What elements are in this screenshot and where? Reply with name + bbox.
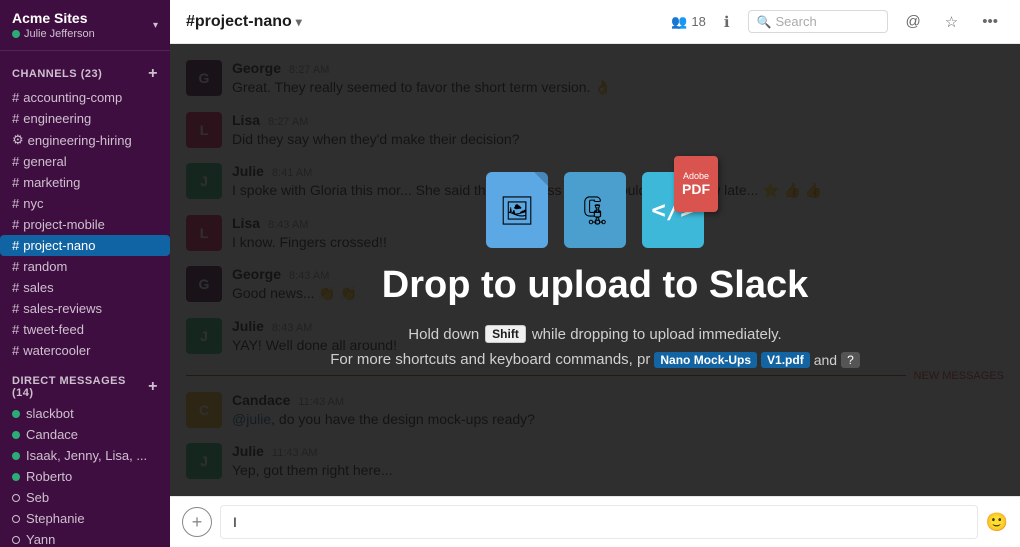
workspace-name: Acme Sites [12,10,95,26]
dm-status-dot [12,494,20,502]
main-panel: #project-nano ▾ 👥 18 ℹ 🔍 Search @ ☆ ••• … [170,0,1020,547]
channels-section-header: CHANNELS (23) + [0,51,170,87]
search-icon: 🔍 [757,15,772,29]
dm-stephanie[interactable]: Stephanie [0,508,170,529]
hint1-before: Hold down [408,326,479,343]
workspace-user: Julie Jefferson [12,28,95,40]
dm-status-dot [12,473,20,481]
adobe-label: Adobe [683,171,709,181]
channel-header: #project-nano ▾ 👥 18 ℹ 🔍 Search @ ☆ ••• [170,0,1020,44]
channel-item-marketing[interactable]: #marketing [0,172,170,193]
drop-hint-line1: Hold down Shift while dropping to upload… [408,325,781,343]
dm-candace[interactable]: Candace [0,424,170,445]
input-bar: + 🙂 [170,496,1020,547]
channel-item-project-nano[interactable]: #project-nano [0,235,170,256]
channel-item-engineering[interactable]: #engineering [0,108,170,129]
add-dm-icon[interactable]: + [148,378,158,396]
dm-status-dot [12,452,20,460]
dm-yann[interactable]: Yann [0,529,170,547]
drag-overlay: 🖼 🗜 </> Adobe PDF Drop to upload to Slac… [170,44,1020,496]
members-icon: 👥 [671,14,687,30]
channels-list: #accounting-comp #engineering ⚙engineeri… [0,87,170,361]
shift-key-badge: Shift [485,325,526,343]
dm-status-dot [12,410,20,418]
file-icon-pdf: Adobe PDF [674,156,718,212]
question-badge: ? [841,352,860,368]
channel-title[interactable]: #project-nano ▾ [186,13,302,31]
dm-status-dot [12,536,20,544]
dm-group[interactable]: Isaak, Jenny, Lisa, ... [0,445,170,466]
dm-roberto[interactable]: Roberto [0,466,170,487]
dms-section-header: DIRECT MESSAGES (14) + [0,361,170,403]
dms-list: slackbot Candace Isaak, Jenny, Lisa, ...… [0,403,170,547]
emoji-button[interactable]: 🙂 [986,512,1008,533]
drop-hint-line2: For more shortcuts and keyboard commands… [330,351,860,368]
workspace-header[interactable]: Acme Sites Julie Jefferson ▾ [0,0,170,51]
hint1-after: while dropping to upload immediately. [532,326,782,343]
dms-label: DIRECT MESSAGES (14) [12,375,148,399]
channel-item-sales[interactable]: #sales [0,277,170,298]
dm-seb[interactable]: Seb [0,487,170,508]
info-icon[interactable]: ℹ [718,9,736,35]
search-box[interactable]: 🔍 Search [748,10,888,33]
channel-item-watercooler[interactable]: #watercooler [0,340,170,361]
at-icon[interactable]: @ [900,9,927,34]
filename-badge-1: Nano Mock-Ups [654,352,757,368]
user-status-dot [12,30,20,38]
add-button[interactable]: + [182,507,212,537]
header-members[interactable]: 👥 18 [671,14,706,30]
messages-area: G George 8:27 AM Great. They really seem… [170,44,1020,496]
channel-item-nyc[interactable]: #nyc [0,193,170,214]
channel-item-accounting-comp[interactable]: #accounting-comp [0,87,170,108]
filename-badge-2: V1.pdf [761,352,810,368]
channel-item-general[interactable]: #general [0,151,170,172]
drop-title: Drop to upload to Slack [382,264,808,307]
pdf-label: PDF [682,181,710,197]
channel-item-engineering-hiring[interactable]: ⚙engineering-hiring [0,129,170,151]
message-input[interactable] [220,505,978,539]
sidebar: Acme Sites Julie Jefferson ▾ CHANNELS (2… [0,0,170,547]
channel-chevron-icon[interactable]: ▾ [296,15,302,29]
drop-file-icons: 🖼 🗜 </> Adobe PDF [486,172,704,248]
channels-label: CHANNELS (23) [12,68,102,80]
channel-item-project-mobile[interactable]: #project-mobile [0,214,170,235]
dm-slackbot[interactable]: slackbot [0,403,170,424]
file-icon-image: 🖼 [486,172,548,248]
star-icon[interactable]: ☆ [939,9,964,35]
dm-status-dot [12,515,20,523]
and-text: and [814,352,837,368]
more-icon[interactable]: ••• [976,9,1004,34]
dm-status-dot [12,431,20,439]
add-channel-icon[interactable]: + [148,65,158,83]
workspace-chevron-icon[interactable]: ▾ [153,20,158,31]
channel-item-random[interactable]: #random [0,256,170,277]
image-icon: 🖼 [499,194,535,227]
channel-item-sales-reviews[interactable]: #sales-reviews [0,298,170,319]
channel-item-tweet-feed[interactable]: #tweet-feed [0,319,170,340]
file-icon-zip: 🗜 [564,172,626,248]
zip-icon: 🗜 [577,194,613,227]
